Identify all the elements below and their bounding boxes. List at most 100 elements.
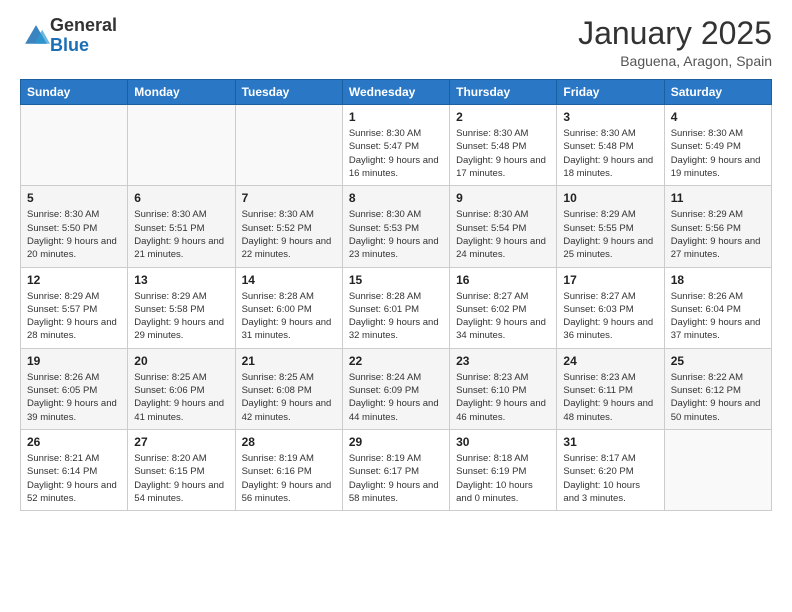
calendar-cell: 9 Sunrise: 8:30 AMSunset: 5:54 PMDaylight…: [450, 186, 557, 267]
calendar-cell: 22 Sunrise: 8:24 AMSunset: 6:09 PMDayligh…: [342, 348, 449, 429]
day-info: Sunrise: 8:30 AMSunset: 5:53 PMDaylight:…: [349, 208, 443, 261]
day-number: 30: [456, 435, 550, 449]
calendar-cell: 18Sunrise: 8:26 AMSunset: 6:04 PMDayligh…: [664, 267, 771, 348]
logo-blue-text: Blue: [50, 35, 89, 55]
calendar-cell: 21Sunrise: 8:25 AMSunset: 6:08 PMDayligh…: [235, 348, 342, 429]
day-number: 29: [349, 435, 443, 449]
day-info: Sunrise: 8:30 AMSunset: 5:49 PMDaylight:…: [671, 127, 765, 180]
day-number: 12: [27, 273, 121, 287]
calendar-cell: 6 Sunrise: 8:30 AMSunset: 5:51 PMDaylight…: [128, 186, 235, 267]
calendar-cell: 3 Sunrise: 8:30 AMSunset: 5:48 PMDaylight…: [557, 105, 664, 186]
calendar-cell: 28 Sunrise: 8:19 AMSunset: 6:16 PMDayligh…: [235, 429, 342, 510]
day-info: Sunrise: 8:20 AMSunset: 6:15 PMDaylight:…: [134, 452, 228, 505]
calendar-cell: 26 Sunrise: 8:21 AMSunset: 6:14 PMDayligh…: [21, 429, 128, 510]
calendar-cell: 14 Sunrise: 8:28 AMSunset: 6:00 PMDayligh…: [235, 267, 342, 348]
day-number: 22: [349, 354, 443, 368]
calendar-week-2: 5 Sunrise: 8:30 AMSunset: 5:50 PMDaylight…: [21, 186, 772, 267]
day-info: Sunrise: 8:30 AMSunset: 5:47 PMDaylight:…: [349, 127, 443, 180]
calendar-cell: 11Sunrise: 8:29 AMSunset: 5:56 PMDayligh…: [664, 186, 771, 267]
calendar-week-5: 26 Sunrise: 8:21 AMSunset: 6:14 PMDayligh…: [21, 429, 772, 510]
day-number: 23: [456, 354, 550, 368]
day-number: 2: [456, 110, 550, 124]
day-info: Sunrise: 8:27 AMSunset: 6:03 PMDaylight:…: [563, 290, 657, 343]
calendar-cell: 30 Sunrise: 8:18 AMSunset: 6:19 PMDayligh…: [450, 429, 557, 510]
calendar-cell: [128, 105, 235, 186]
day-number: 5: [27, 191, 121, 205]
day-number: 26: [27, 435, 121, 449]
calendar-cell: 5 Sunrise: 8:30 AMSunset: 5:50 PMDaylight…: [21, 186, 128, 267]
day-info: Sunrise: 8:17 AMSunset: 6:20 PMDaylight:…: [563, 452, 657, 505]
day-number: 19: [27, 354, 121, 368]
day-info: Sunrise: 8:25 AMSunset: 6:06 PMDaylight:…: [134, 371, 228, 424]
day-info: Sunrise: 8:28 AMSunset: 6:00 PMDaylight:…: [242, 290, 336, 343]
day-info: Sunrise: 8:30 AMSunset: 5:54 PMDaylight:…: [456, 208, 550, 261]
day-info: Sunrise: 8:30 AMSunset: 5:48 PMDaylight:…: [456, 127, 550, 180]
calendar-cell: 1Sunrise: 8:30 AMSunset: 5:47 PMDaylight…: [342, 105, 449, 186]
day-info: Sunrise: 8:22 AMSunset: 6:12 PMDaylight:…: [671, 371, 765, 424]
calendar-cell: [235, 105, 342, 186]
day-number: 18: [671, 273, 765, 287]
day-info: Sunrise: 8:23 AMSunset: 6:10 PMDaylight:…: [456, 371, 550, 424]
logo-icon: [22, 22, 50, 50]
calendar-cell: 17 Sunrise: 8:27 AMSunset: 6:03 PMDayligh…: [557, 267, 664, 348]
day-info: Sunrise: 8:24 AMSunset: 6:09 PMDaylight:…: [349, 371, 443, 424]
day-number: 16: [456, 273, 550, 287]
day-info: Sunrise: 8:19 AMSunset: 6:17 PMDaylight:…: [349, 452, 443, 505]
calendar-cell: 8 Sunrise: 8:30 AMSunset: 5:53 PMDaylight…: [342, 186, 449, 267]
calendar-cell: [21, 105, 128, 186]
calendar-cell: [664, 429, 771, 510]
calendar-week-3: 12 Sunrise: 8:29 AMSunset: 5:57 PMDayligh…: [21, 267, 772, 348]
calendar-cell: 23 Sunrise: 8:23 AMSunset: 6:10 PMDayligh…: [450, 348, 557, 429]
calendar-header-tuesday: Tuesday: [235, 80, 342, 105]
calendar-cell: 15Sunrise: 8:28 AMSunset: 6:01 PMDayligh…: [342, 267, 449, 348]
day-number: 10: [563, 191, 657, 205]
day-number: 4: [671, 110, 765, 124]
day-number: 31: [563, 435, 657, 449]
day-info: Sunrise: 8:18 AMSunset: 6:19 PMDaylight:…: [456, 452, 550, 505]
calendar-header-saturday: Saturday: [664, 80, 771, 105]
logo: General Blue: [20, 16, 117, 56]
day-info: Sunrise: 8:19 AMSunset: 6:16 PMDaylight:…: [242, 452, 336, 505]
day-number: 28: [242, 435, 336, 449]
day-info: Sunrise: 8:30 AMSunset: 5:48 PMDaylight:…: [563, 127, 657, 180]
day-number: 3: [563, 110, 657, 124]
calendar-week-4: 19 Sunrise: 8:26 AMSunset: 6:05 PMDayligh…: [21, 348, 772, 429]
calendar-cell: 7 Sunrise: 8:30 AMSunset: 5:52 PMDaylight…: [235, 186, 342, 267]
day-number: 27: [134, 435, 228, 449]
calendar-header-sunday: Sunday: [21, 80, 128, 105]
day-info: Sunrise: 8:21 AMSunset: 6:14 PMDaylight:…: [27, 452, 121, 505]
calendar-header-friday: Friday: [557, 80, 664, 105]
day-number: 8: [349, 191, 443, 205]
logo-general-text: General: [50, 15, 117, 35]
calendar-cell: 25 Sunrise: 8:22 AMSunset: 6:12 PMDayligh…: [664, 348, 771, 429]
calendar: SundayMondayTuesdayWednesdayThursdayFrid…: [20, 79, 772, 511]
day-number: 20: [134, 354, 228, 368]
day-info: Sunrise: 8:29 AMSunset: 5:56 PMDaylight:…: [671, 208, 765, 261]
day-number: 14: [242, 273, 336, 287]
calendar-cell: 31 Sunrise: 8:17 AMSunset: 6:20 PMDayligh…: [557, 429, 664, 510]
calendar-header-monday: Monday: [128, 80, 235, 105]
day-number: 7: [242, 191, 336, 205]
calendar-header-wednesday: Wednesday: [342, 80, 449, 105]
day-info: Sunrise: 8:28 AMSunset: 6:01 PMDaylight:…: [349, 290, 443, 343]
day-number: 6: [134, 191, 228, 205]
day-info: Sunrise: 8:29 AMSunset: 5:58 PMDaylight:…: [134, 290, 228, 343]
calendar-cell: 10 Sunrise: 8:29 AMSunset: 5:55 PMDayligh…: [557, 186, 664, 267]
day-info: Sunrise: 8:30 AMSunset: 5:52 PMDaylight:…: [242, 208, 336, 261]
calendar-cell: 4 Sunrise: 8:30 AMSunset: 5:49 PMDaylight…: [664, 105, 771, 186]
calendar-cell: 27 Sunrise: 8:20 AMSunset: 6:15 PMDayligh…: [128, 429, 235, 510]
calendar-cell: 29 Sunrise: 8:19 AMSunset: 6:17 PMDayligh…: [342, 429, 449, 510]
header: General Blue January 2025 Baguena, Arago…: [20, 16, 772, 69]
calendar-header-row: SundayMondayTuesdayWednesdayThursdayFrid…: [21, 80, 772, 105]
page: General Blue January 2025 Baguena, Arago…: [0, 0, 792, 612]
calendar-cell: 19 Sunrise: 8:26 AMSunset: 6:05 PMDayligh…: [21, 348, 128, 429]
day-number: 25: [671, 354, 765, 368]
day-number: 9: [456, 191, 550, 205]
day-info: Sunrise: 8:26 AMSunset: 6:05 PMDaylight:…: [27, 371, 121, 424]
calendar-header-thursday: Thursday: [450, 80, 557, 105]
day-info: Sunrise: 8:29 AMSunset: 5:57 PMDaylight:…: [27, 290, 121, 343]
day-info: Sunrise: 8:30 AMSunset: 5:50 PMDaylight:…: [27, 208, 121, 261]
day-info: Sunrise: 8:29 AMSunset: 5:55 PMDaylight:…: [563, 208, 657, 261]
day-number: 17: [563, 273, 657, 287]
day-info: Sunrise: 8:30 AMSunset: 5:51 PMDaylight:…: [134, 208, 228, 261]
